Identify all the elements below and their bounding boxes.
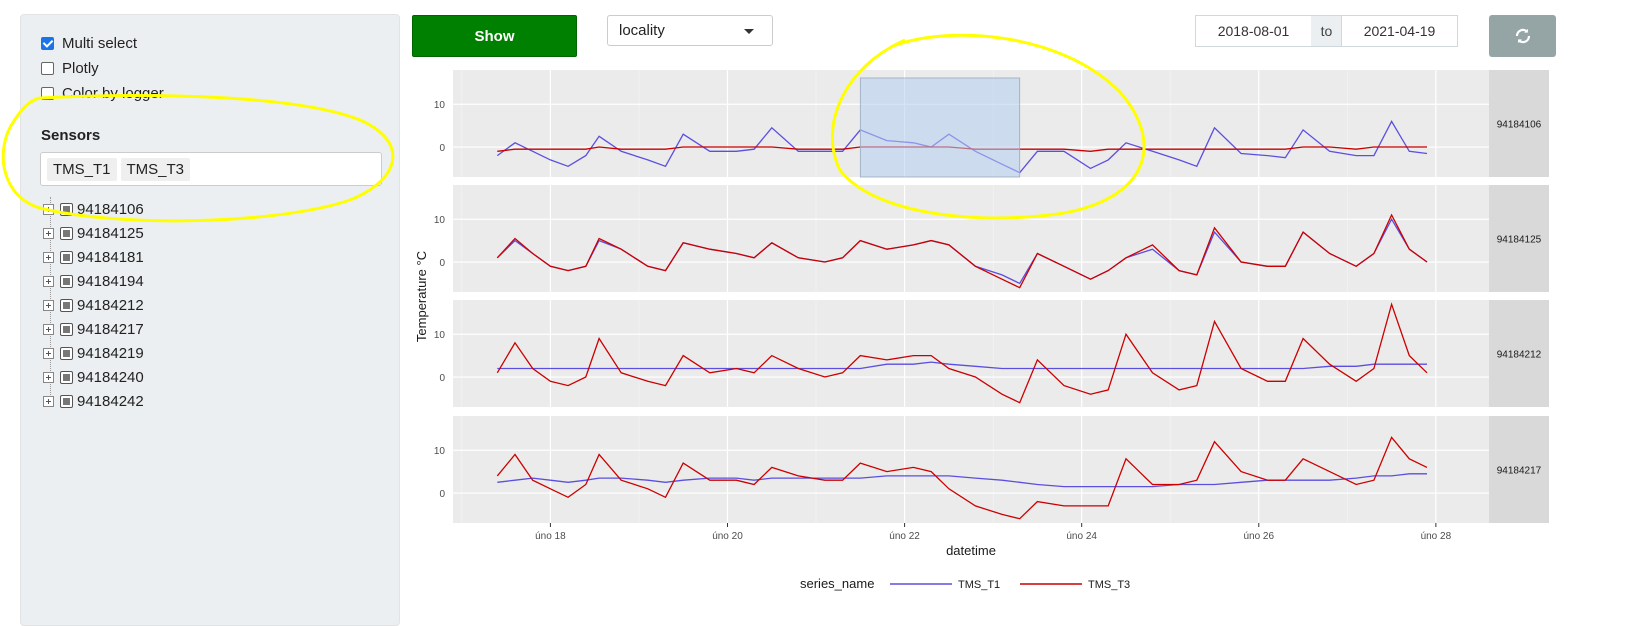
y-tick-label: 0	[439, 489, 445, 500]
tree-item-label: 94184106	[77, 200, 144, 218]
y-tick-label: 10	[434, 330, 446, 341]
y-tick-label: 10	[434, 446, 446, 457]
y-tick-label: 10	[434, 100, 446, 111]
x-tick-label: úno 24	[1066, 531, 1097, 542]
tree-checkbox[interactable]	[60, 370, 73, 384]
plotly-checkbox[interactable]	[41, 62, 54, 75]
tree-checkbox[interactable]	[60, 274, 73, 288]
legend-title: series_name	[800, 576, 874, 591]
facet-strip-label: 94184125	[1497, 235, 1542, 246]
refresh-button[interactable]	[1489, 15, 1556, 57]
tree-checkbox[interactable]	[60, 226, 73, 240]
chevron-down-icon	[744, 29, 754, 34]
legend-label: TMS_T1	[958, 579, 1000, 591]
expand-icon[interactable]	[43, 395, 54, 407]
tree-checkbox[interactable]	[60, 322, 73, 336]
y-tick-label: 10	[434, 215, 446, 226]
sensors-select[interactable]: TMS_T1 TMS_T3	[40, 152, 382, 186]
x-axis-title: datetime	[946, 543, 996, 558]
expand-icon[interactable]	[43, 227, 54, 239]
color-by-logger-checkbox[interactable]	[41, 87, 54, 100]
refresh-icon	[1515, 28, 1530, 44]
tree-item-label: 94184242	[77, 392, 144, 410]
facet-strip-label: 94184217	[1497, 466, 1542, 477]
expand-icon[interactable]	[43, 251, 54, 263]
tree-item[interactable]: 94184181	[43, 245, 144, 269]
multi-select-label: Multi select	[62, 35, 138, 52]
x-tick-label: úno 26	[1243, 531, 1274, 542]
panel-background	[453, 185, 1489, 292]
date-range-separator: to	[1311, 15, 1342, 47]
y-tick-label: 0	[439, 258, 445, 269]
multi-select-option[interactable]: Multi select	[41, 35, 137, 52]
show-button[interactable]: Show	[412, 15, 577, 57]
tree-item[interactable]: 94184242	[43, 389, 144, 413]
tree-item[interactable]: 94184194	[43, 269, 144, 293]
sensor-chip[interactable]: TMS_T3	[120, 157, 191, 181]
expand-icon[interactable]	[43, 275, 54, 287]
tree-checkbox[interactable]	[60, 202, 73, 216]
tree-item-label: 94184125	[77, 224, 144, 242]
x-tick-label: úno 18	[535, 531, 566, 542]
tree-item-label: 94184212	[77, 296, 144, 314]
tree-item[interactable]: 94184106	[43, 197, 144, 221]
selection-box	[859, 77, 1021, 178]
expand-icon[interactable]	[43, 371, 54, 383]
faceted-line-chart: 0 10 94184106 0 10 94184125 0 10 94184212 0 10 9418…	[414, 70, 1549, 591]
tree-item-label: 94184219	[77, 344, 144, 362]
expand-icon[interactable]	[43, 347, 54, 359]
tree-item-label: 94184181	[77, 248, 144, 266]
sidebar: Multi select Plotly Color by logger Sens…	[20, 14, 400, 626]
tree-item-label: 94184217	[77, 320, 144, 338]
tree-checkbox[interactable]	[60, 298, 73, 312]
group-by-select[interactable]: locality	[607, 15, 773, 46]
tree-checkbox[interactable]	[60, 250, 73, 264]
logger-tree: 94184106 94184125 94184181 94184194 9418…	[43, 197, 144, 413]
tree-item[interactable]: 94184125	[43, 221, 144, 245]
tree-item[interactable]: 94184240	[43, 365, 144, 389]
sensor-chip[interactable]: TMS_T1	[47, 157, 117, 181]
color-by-logger-option[interactable]: Color by logger	[41, 85, 164, 102]
facet-strip-label: 94184106	[1497, 120, 1542, 131]
date-from-input[interactable]: 2018-08-01	[1195, 15, 1312, 47]
x-tick-label: úno 20	[712, 531, 743, 542]
tree-item[interactable]: 94184219	[43, 341, 144, 365]
y-axis-title: Temperature °C	[414, 251, 429, 342]
x-tick-label: úno 28	[1421, 531, 1452, 542]
tree-item-label: 94184240	[77, 368, 144, 386]
tree-checkbox[interactable]	[60, 394, 73, 408]
plotly-option[interactable]: Plotly	[41, 60, 99, 77]
y-tick-label: 0	[439, 373, 445, 384]
panel-background	[453, 416, 1489, 523]
x-tick-label: úno 22	[889, 531, 920, 542]
tree-item[interactable]: 94184217	[43, 317, 144, 341]
legend-label: TMS_T3	[1088, 579, 1130, 591]
expand-icon[interactable]	[43, 323, 54, 335]
plotly-label: Plotly	[62, 60, 99, 77]
tree-checkbox[interactable]	[60, 346, 73, 360]
tree-item-label: 94184194	[77, 272, 144, 290]
facet-strip-label: 94184212	[1497, 350, 1542, 361]
group-by-value: locality	[619, 22, 665, 39]
y-tick-label: 0	[439, 143, 445, 154]
expand-icon[interactable]	[43, 203, 54, 215]
date-to-input[interactable]: 2021-04-19	[1341, 15, 1458, 47]
multi-select-checkbox[interactable]	[41, 37, 54, 50]
expand-icon[interactable]	[43, 299, 54, 311]
sensors-label: Sensors	[41, 127, 101, 144]
tree-item[interactable]: 94184212	[43, 293, 144, 317]
color-by-logger-label: Color by logger	[62, 85, 164, 102]
